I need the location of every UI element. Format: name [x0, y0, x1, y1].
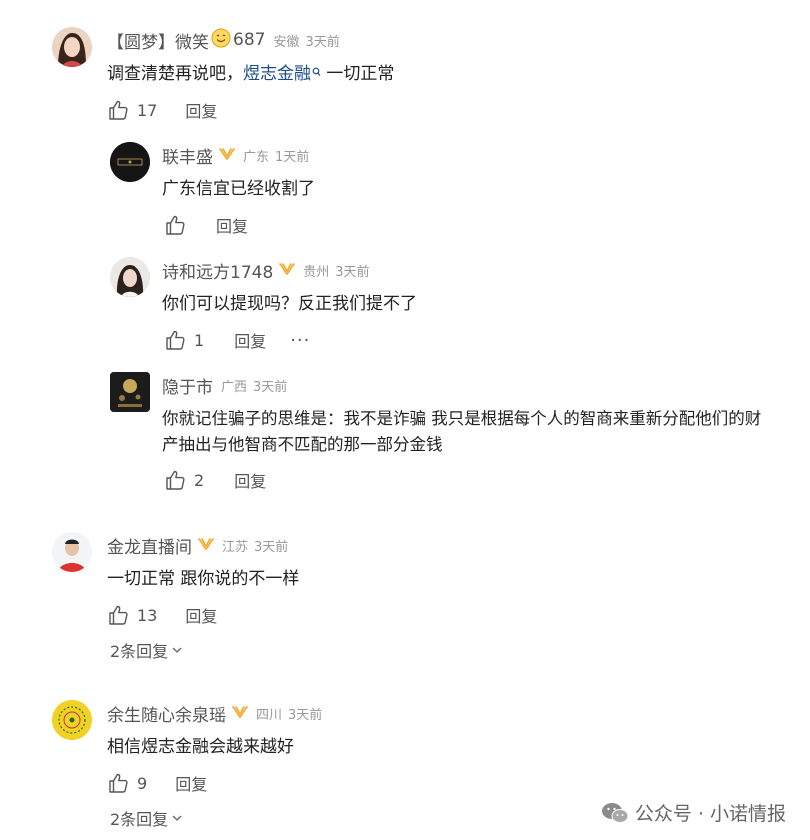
search-link[interactable]: 煜志金融 — [243, 64, 311, 84]
comment-text-line: 产抽出与他智商不匹配的那一部分金钱 — [162, 435, 443, 454]
reply-item: 隐于市 广西 3天前 你就记住骗子的思维是：我不是诈骗 我只是根据每个人的智商来… — [110, 372, 805, 497]
smile-emoji-icon — [211, 28, 231, 52]
avatar[interactable] — [52, 27, 92, 67]
comment-actions: 9 回复 — [107, 771, 207, 795]
reply-button[interactable]: 回复 — [185, 98, 217, 122]
thumbs-up-icon — [166, 215, 185, 235]
username[interactable]: 隐于市 — [162, 373, 213, 398]
vip-badge-icon — [198, 536, 214, 555]
timestamp: 1天前 — [275, 149, 310, 165]
reply-item: 联丰盛 广东 1天前 广东信宜已经收割了 回复 — [110, 142, 800, 242]
comment-text-part: 调查清楚再说吧， — [107, 64, 243, 84]
chevron-down-icon — [172, 647, 182, 653]
reply-item: 诗和远方1748 贵州 3天前 你们可以提现吗？反正我们提不了 1 回复 ··· — [110, 257, 800, 357]
timestamp: 3天前 — [288, 707, 323, 723]
like-button[interactable] — [164, 214, 186, 236]
reply-button[interactable]: 回复 — [234, 328, 266, 352]
avatar[interactable] — [110, 142, 150, 182]
like-count: 2 — [194, 470, 205, 490]
like-count: 13 — [137, 605, 158, 625]
like-button[interactable]: 9 — [107, 772, 147, 794]
timestamp: 3天前 — [305, 34, 340, 50]
thumbs-up-icon — [109, 773, 128, 793]
comment-meta: 【圆梦】微笑 687 安徽 3天前 — [107, 28, 340, 53]
username[interactable]: 诗和远方1748 — [162, 258, 273, 283]
comment-text: 你们可以提现吗？反正我们提不了 — [162, 294, 417, 314]
thumbs-up-icon — [109, 100, 128, 120]
comment-actions: 1 回复 ··· — [164, 328, 310, 352]
username[interactable]: 【圆梦】微笑 — [107, 28, 209, 53]
like-count: 1 — [194, 330, 205, 350]
thumbs-up-icon — [166, 330, 185, 350]
reply-button[interactable]: 回复 — [185, 603, 217, 627]
vip-badge-icon — [232, 704, 248, 723]
comment-text: 你就记住骗子的思维是：我不是诈骗 我只是根据每个人的智商来重新分配他们的财 产抽… — [162, 406, 761, 458]
more-options-button[interactable]: ··· — [290, 330, 310, 351]
expand-replies-label: 2条回复 — [110, 810, 169, 829]
avatar[interactable] — [110, 257, 150, 297]
avatar[interactable] — [52, 532, 92, 572]
comment-meta: 金龙直播间 江苏 3天前 — [107, 533, 289, 558]
location: 江苏 — [222, 539, 249, 555]
search-icon[interactable] — [312, 61, 321, 87]
comment-item: 【圆梦】微笑 687 安徽 3天前 调查清楚再说吧，煜志金融 一切正常 17 回… — [52, 27, 802, 127]
location: 广东 — [243, 149, 270, 165]
reply-button[interactable]: 回复 — [175, 771, 207, 795]
avatar[interactable] — [52, 700, 92, 740]
thumbs-up-icon — [109, 605, 128, 625]
reply-button[interactable]: 回复 — [234, 468, 266, 492]
comment-text-part: 一切正常 — [321, 64, 395, 84]
like-button[interactable]: 2 — [164, 469, 204, 491]
expand-replies-button[interactable]: 2条回复 — [110, 638, 183, 662]
username-suffix: 687 — [233, 30, 266, 50]
comment-meta: 隐于市 广西 3天前 — [162, 373, 288, 398]
expand-replies-button[interactable]: 2条回复 — [110, 806, 183, 830]
like-button[interactable]: 1 — [164, 329, 204, 351]
comment-text: 一切正常 跟你说的不一样 — [107, 569, 300, 589]
comment-text: 广东信宜已经收割了 — [162, 179, 315, 199]
comment-item: 金龙直播间 江苏 3天前 一切正常 跟你说的不一样 13 回复 2条回复 — [52, 532, 802, 667]
comment-actions: 2 回复 — [164, 468, 266, 492]
comment-actions: 17 回复 — [107, 98, 217, 122]
username[interactable]: 金龙直播间 — [107, 533, 192, 558]
timestamp: 3天前 — [335, 264, 370, 280]
watermark-text: 公众号 · 小诺情报 — [634, 803, 786, 825]
comment-actions: 回复 — [164, 213, 248, 237]
comment-meta: 诗和远方1748 贵州 3天前 — [162, 258, 370, 283]
comment-text: 相信煜志金融会越来越好 — [107, 737, 294, 757]
username[interactable]: 余生随心余泉瑶 — [107, 701, 226, 726]
vip-badge-icon — [219, 146, 235, 165]
like-count: 9 — [137, 773, 148, 793]
comment-meta: 余生随心余泉瑶 四川 3天前 — [107, 701, 323, 726]
like-button[interactable]: 13 — [107, 604, 157, 626]
timestamp: 3天前 — [253, 379, 288, 395]
username[interactable]: 联丰盛 — [162, 143, 213, 168]
comment-text: 调查清楚再说吧，煜志金融 一切正常 — [107, 61, 394, 87]
vip-badge-icon — [279, 261, 296, 280]
comment-actions: 13 回复 — [107, 603, 217, 627]
location: 广西 — [221, 379, 248, 395]
location: 四川 — [256, 707, 283, 723]
reply-button[interactable]: 回复 — [216, 213, 248, 237]
comment-meta: 联丰盛 广东 1天前 — [162, 143, 310, 168]
like-button[interactable]: 17 — [107, 99, 157, 121]
chevron-down-icon — [172, 815, 182, 821]
comment-text-line: 你就记住骗子的思维是：我不是诈骗 我只是根据每个人的智商来重新分配他们的财 — [162, 409, 762, 428]
location: 安徽 — [273, 34, 300, 50]
expand-replies-label: 2条回复 — [110, 642, 169, 661]
thumbs-up-icon — [166, 470, 185, 490]
location: 贵州 — [303, 264, 330, 280]
watermark: 公众号 · 小诺情报 — [601, 799, 786, 826]
avatar[interactable] — [110, 372, 150, 412]
timestamp: 3天前 — [254, 539, 289, 555]
wechat-icon — [601, 802, 629, 823]
like-count: 17 — [137, 100, 158, 120]
